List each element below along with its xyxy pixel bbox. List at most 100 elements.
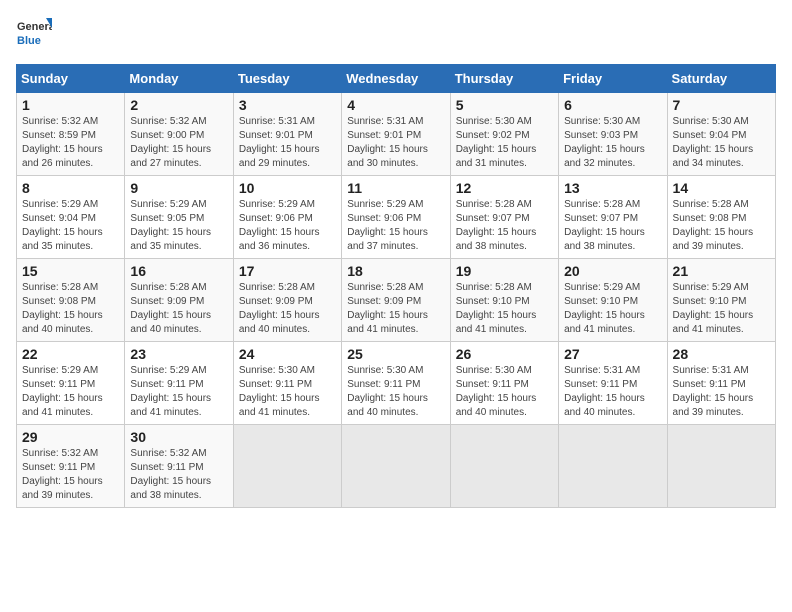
calendar-cell: 13 Sunrise: 5:28 AMSunset: 9:07 PMDaylig… [559, 176, 667, 259]
calendar-cell: 27 Sunrise: 5:31 AMSunset: 9:11 PMDaylig… [559, 342, 667, 425]
day-info: Sunrise: 5:29 AMSunset: 9:06 PMDaylight:… [347, 199, 428, 252]
day-number: 28 [673, 346, 770, 362]
weekday-header-thursday: Thursday [450, 65, 558, 93]
day-number: 27 [564, 346, 661, 362]
calendar-cell: 8 Sunrise: 5:29 AMSunset: 9:04 PMDayligh… [17, 176, 125, 259]
calendar-cell: 24 Sunrise: 5:30 AMSunset: 9:11 PMDaylig… [233, 342, 341, 425]
header: General Blue [16, 16, 776, 52]
day-info: Sunrise: 5:29 AMSunset: 9:11 PMDaylight:… [22, 365, 103, 418]
calendar-cell: 17 Sunrise: 5:28 AMSunset: 9:09 PMDaylig… [233, 259, 341, 342]
day-info: Sunrise: 5:28 AMSunset: 9:09 PMDaylight:… [239, 282, 320, 335]
calendar-week-row: 15 Sunrise: 5:28 AMSunset: 9:08 PMDaylig… [17, 259, 776, 342]
day-number: 6 [564, 97, 661, 113]
day-info: Sunrise: 5:28 AMSunset: 9:07 PMDaylight:… [456, 199, 537, 252]
calendar-cell: 21 Sunrise: 5:29 AMSunset: 9:10 PMDaylig… [667, 259, 775, 342]
weekday-header-row: SundayMondayTuesdayWednesdayThursdayFrid… [17, 65, 776, 93]
day-number: 29 [22, 429, 119, 445]
calendar-cell: 7 Sunrise: 5:30 AMSunset: 9:04 PMDayligh… [667, 93, 775, 176]
day-number: 21 [673, 263, 770, 279]
day-info: Sunrise: 5:29 AMSunset: 9:06 PMDaylight:… [239, 199, 320, 252]
day-info: Sunrise: 5:30 AMSunset: 9:04 PMDaylight:… [673, 116, 754, 169]
day-number: 2 [130, 97, 227, 113]
calendar-cell [450, 425, 558, 508]
day-info: Sunrise: 5:30 AMSunset: 9:11 PMDaylight:… [456, 365, 537, 418]
day-info: Sunrise: 5:28 AMSunset: 9:09 PMDaylight:… [347, 282, 428, 335]
day-number: 20 [564, 263, 661, 279]
calendar-cell: 18 Sunrise: 5:28 AMSunset: 9:09 PMDaylig… [342, 259, 450, 342]
day-number: 11 [347, 180, 444, 196]
calendar-cell [667, 425, 775, 508]
calendar-cell: 20 Sunrise: 5:29 AMSunset: 9:10 PMDaylig… [559, 259, 667, 342]
weekday-header-wednesday: Wednesday [342, 65, 450, 93]
day-info: Sunrise: 5:30 AMSunset: 9:02 PMDaylight:… [456, 116, 537, 169]
day-number: 15 [22, 263, 119, 279]
day-info: Sunrise: 5:29 AMSunset: 9:11 PMDaylight:… [130, 365, 211, 418]
day-info: Sunrise: 5:30 AMSunset: 9:11 PMDaylight:… [347, 365, 428, 418]
day-info: Sunrise: 5:28 AMSunset: 9:08 PMDaylight:… [22, 282, 103, 335]
day-number: 30 [130, 429, 227, 445]
day-number: 1 [22, 97, 119, 113]
day-info: Sunrise: 5:32 AMSunset: 9:11 PMDaylight:… [22, 448, 103, 501]
weekday-header-friday: Friday [559, 65, 667, 93]
day-number: 19 [456, 263, 553, 279]
calendar-cell: 28 Sunrise: 5:31 AMSunset: 9:11 PMDaylig… [667, 342, 775, 425]
day-number: 23 [130, 346, 227, 362]
day-number: 12 [456, 180, 553, 196]
day-number: 25 [347, 346, 444, 362]
day-info: Sunrise: 5:31 AMSunset: 9:11 PMDaylight:… [673, 365, 754, 418]
day-number: 18 [347, 263, 444, 279]
calendar-cell: 3 Sunrise: 5:31 AMSunset: 9:01 PMDayligh… [233, 93, 341, 176]
day-number: 26 [456, 346, 553, 362]
day-number: 24 [239, 346, 336, 362]
calendar-cell: 1 Sunrise: 5:32 AMSunset: 8:59 PMDayligh… [17, 93, 125, 176]
day-info: Sunrise: 5:29 AMSunset: 9:04 PMDaylight:… [22, 199, 103, 252]
weekday-header-saturday: Saturday [667, 65, 775, 93]
day-number: 4 [347, 97, 444, 113]
day-number: 17 [239, 263, 336, 279]
calendar-cell: 5 Sunrise: 5:30 AMSunset: 9:02 PMDayligh… [450, 93, 558, 176]
svg-text:General: General [17, 21, 52, 33]
day-info: Sunrise: 5:30 AMSunset: 9:11 PMDaylight:… [239, 365, 320, 418]
weekday-header-tuesday: Tuesday [233, 65, 341, 93]
logo-svg: General Blue [16, 16, 52, 52]
calendar-cell: 22 Sunrise: 5:29 AMSunset: 9:11 PMDaylig… [17, 342, 125, 425]
svg-text:Blue: Blue [17, 35, 41, 47]
calendar-cell: 29 Sunrise: 5:32 AMSunset: 9:11 PMDaylig… [17, 425, 125, 508]
day-info: Sunrise: 5:32 AMSunset: 9:00 PMDaylight:… [130, 116, 211, 169]
calendar-cell: 6 Sunrise: 5:30 AMSunset: 9:03 PMDayligh… [559, 93, 667, 176]
calendar-cell [342, 425, 450, 508]
day-info: Sunrise: 5:32 AMSunset: 8:59 PMDaylight:… [22, 116, 103, 169]
calendar-cell: 26 Sunrise: 5:30 AMSunset: 9:11 PMDaylig… [450, 342, 558, 425]
day-info: Sunrise: 5:31 AMSunset: 9:01 PMDaylight:… [239, 116, 320, 169]
calendar-cell: 25 Sunrise: 5:30 AMSunset: 9:11 PMDaylig… [342, 342, 450, 425]
calendar-cell: 2 Sunrise: 5:32 AMSunset: 9:00 PMDayligh… [125, 93, 233, 176]
calendar-week-row: 1 Sunrise: 5:32 AMSunset: 8:59 PMDayligh… [17, 93, 776, 176]
day-info: Sunrise: 5:29 AMSunset: 9:05 PMDaylight:… [130, 199, 211, 252]
day-info: Sunrise: 5:28 AMSunset: 9:10 PMDaylight:… [456, 282, 537, 335]
day-number: 9 [130, 180, 227, 196]
day-info: Sunrise: 5:31 AMSunset: 9:11 PMDaylight:… [564, 365, 645, 418]
day-info: Sunrise: 5:28 AMSunset: 9:09 PMDaylight:… [130, 282, 211, 335]
calendar-week-row: 22 Sunrise: 5:29 AMSunset: 9:11 PMDaylig… [17, 342, 776, 425]
day-number: 13 [564, 180, 661, 196]
calendar-cell: 15 Sunrise: 5:28 AMSunset: 9:08 PMDaylig… [17, 259, 125, 342]
day-number: 10 [239, 180, 336, 196]
day-number: 3 [239, 97, 336, 113]
weekday-header-sunday: Sunday [17, 65, 125, 93]
calendar-cell: 4 Sunrise: 5:31 AMSunset: 9:01 PMDayligh… [342, 93, 450, 176]
calendar-cell [559, 425, 667, 508]
day-info: Sunrise: 5:32 AMSunset: 9:11 PMDaylight:… [130, 448, 211, 501]
day-number: 16 [130, 263, 227, 279]
day-number: 8 [22, 180, 119, 196]
day-number: 5 [456, 97, 553, 113]
calendar-cell: 11 Sunrise: 5:29 AMSunset: 9:06 PMDaylig… [342, 176, 450, 259]
calendar-week-row: 29 Sunrise: 5:32 AMSunset: 9:11 PMDaylig… [17, 425, 776, 508]
day-info: Sunrise: 5:30 AMSunset: 9:03 PMDaylight:… [564, 116, 645, 169]
calendar-cell: 9 Sunrise: 5:29 AMSunset: 9:05 PMDayligh… [125, 176, 233, 259]
day-number: 7 [673, 97, 770, 113]
day-info: Sunrise: 5:31 AMSunset: 9:01 PMDaylight:… [347, 116, 428, 169]
day-info: Sunrise: 5:29 AMSunset: 9:10 PMDaylight:… [564, 282, 645, 335]
day-info: Sunrise: 5:29 AMSunset: 9:10 PMDaylight:… [673, 282, 754, 335]
calendar-cell: 30 Sunrise: 5:32 AMSunset: 9:11 PMDaylig… [125, 425, 233, 508]
calendar-cell: 23 Sunrise: 5:29 AMSunset: 9:11 PMDaylig… [125, 342, 233, 425]
